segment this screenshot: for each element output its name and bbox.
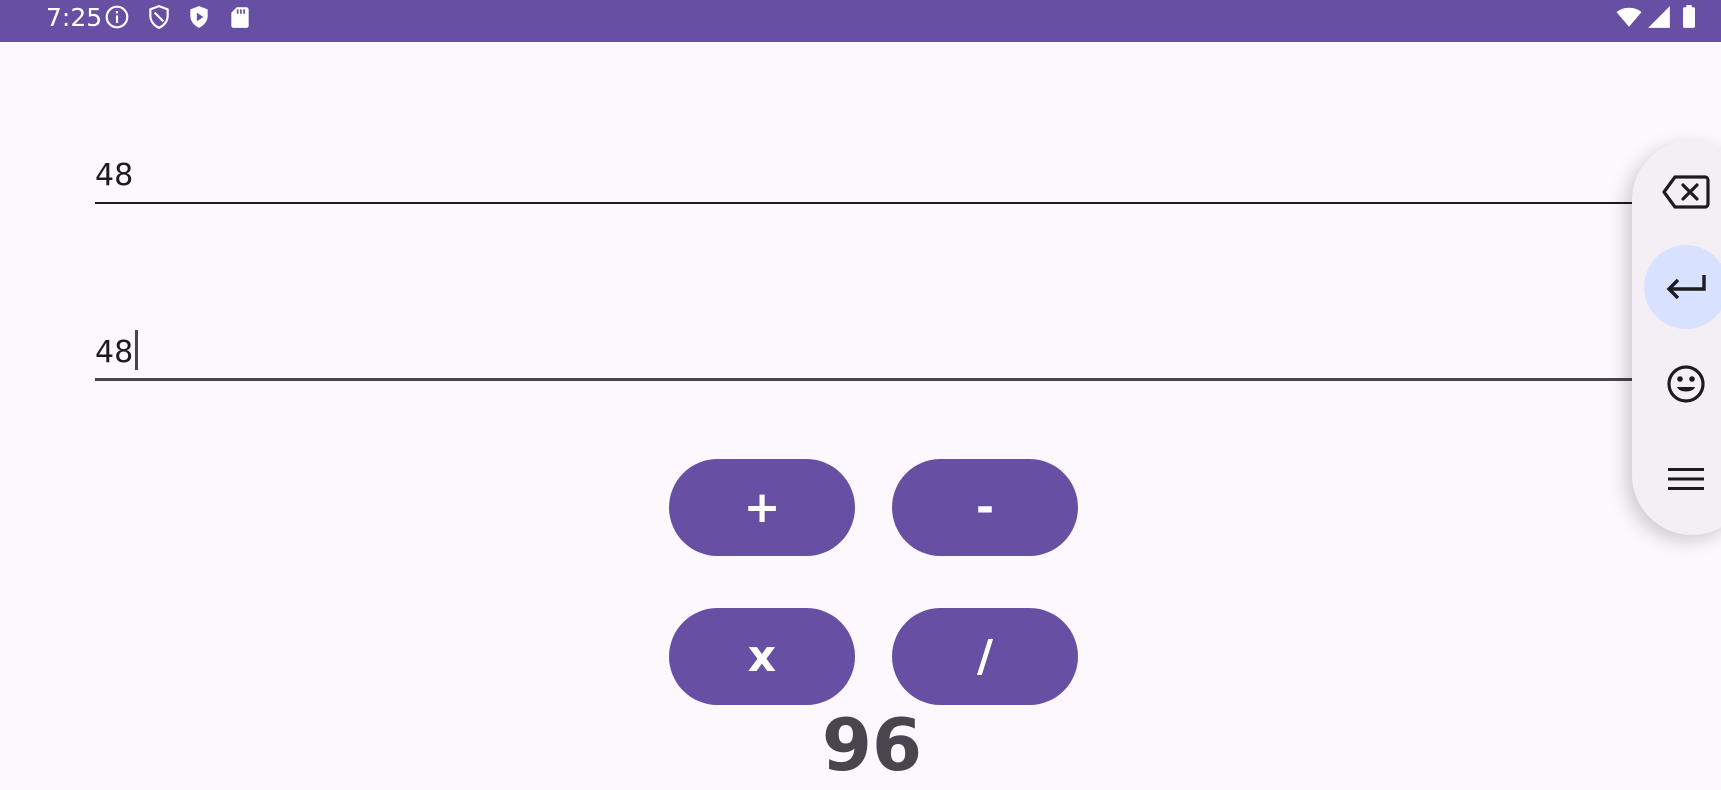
enter-key[interactable] <box>1644 245 1721 329</box>
play-protect-icon <box>190 6 208 28</box>
first-number-underline <box>95 202 1632 204</box>
enter-icon <box>1666 275 1706 300</box>
wifi-icon <box>1616 7 1642 27</box>
first-number-value: 48 <box>95 158 134 193</box>
first-number-field[interactable]: 48 <box>95 148 1632 204</box>
backspace-icon <box>1662 175 1710 209</box>
shield-icon <box>149 5 169 30</box>
divide-button[interactable]: / <box>892 608 1078 705</box>
emoji-icon <box>1667 365 1705 403</box>
second-number-field[interactable]: 48 <box>95 325 1632 381</box>
backspace-key[interactable] <box>1644 150 1721 234</box>
floating-keyboard-panel <box>1632 140 1721 535</box>
text-cursor <box>135 330 139 370</box>
second-number-underline <box>95 378 1632 381</box>
status-time: 7:25 <box>46 3 103 32</box>
battery-icon <box>1683 5 1695 28</box>
result-text: 96 <box>821 703 923 787</box>
info-icon <box>105 5 129 29</box>
subtract-button[interactable]: - <box>892 459 1078 556</box>
add-button[interactable]: + <box>669 459 855 556</box>
second-number-value: 48 <box>95 335 134 370</box>
signal-icon <box>1648 6 1670 28</box>
sd-card-icon <box>231 7 249 28</box>
menu-key[interactable] <box>1644 437 1721 521</box>
menu-icon <box>1668 468 1704 490</box>
second-number-wrapper: 48 <box>95 330 139 371</box>
multiply-button[interactable]: x <box>669 608 855 705</box>
status-bar: 7:25 <box>0 0 1721 42</box>
emoji-key[interactable] <box>1644 342 1721 426</box>
